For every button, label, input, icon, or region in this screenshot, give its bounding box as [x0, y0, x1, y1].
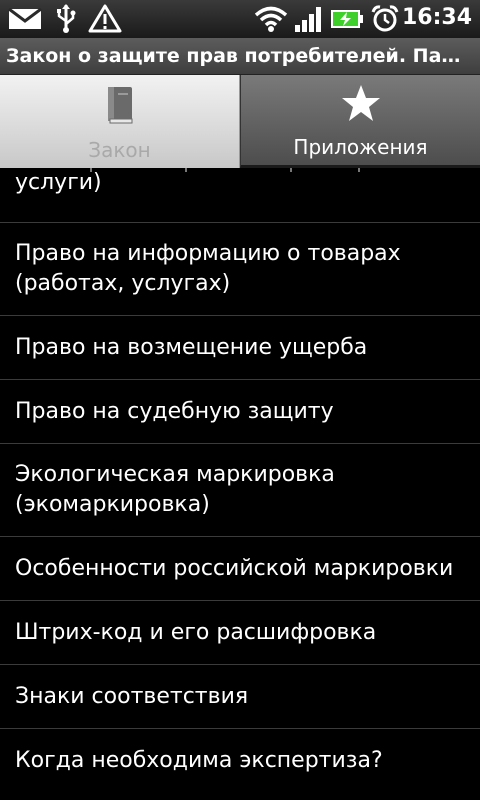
book-icon: [107, 87, 132, 124]
signal-icon: [295, 7, 321, 32]
list-item[interactable]: Когда необходима экспертиза?: [0, 729, 480, 793]
tab-applications-label: Приложения: [293, 135, 428, 159]
warning-icon: [88, 4, 122, 33]
tab-applications[interactable]: Приложения: [240, 75, 480, 168]
app-title: Закон о защите прав потребителей. Памятк…: [6, 45, 474, 67]
tab-law[interactable]: Закон: [0, 75, 240, 168]
list-item[interactable]: услуги): [0, 168, 480, 223]
list-item[interactable]: Право на информацию о товарах (работах, …: [0, 223, 480, 316]
list-item[interactable]: Право на судебную защиту: [0, 380, 480, 444]
status-bar: 16:34: [0, 0, 480, 38]
usb-icon: [57, 4, 76, 33]
title-bar: Закон о защите прав потребителей. Памятк…: [0, 38, 480, 75]
article-list[interactable]: услуги) Право на информацию о товарах (р…: [0, 168, 480, 800]
list-item[interactable]: Особенности российской маркировки: [0, 537, 480, 601]
clock: 16:34: [401, 5, 472, 30]
list-item[interactable]: Штрих-код и его расшифровка: [0, 601, 480, 665]
tab-bar: Закон Приложения: [0, 75, 480, 168]
list-item[interactable]: Знаки соответствия: [0, 665, 480, 729]
alarm-icon: [371, 5, 399, 32]
star-icon: [341, 85, 380, 121]
list-item[interactable]: Экологическая маркировка (экомаркировка): [0, 444, 480, 537]
tab-law-label: Закон: [88, 138, 151, 162]
wifi-icon: [254, 6, 288, 32]
battery-charging-icon: [331, 10, 363, 28]
mail-icon: [8, 8, 42, 29]
list-item[interactable]: Право на возмещение ущерба: [0, 316, 480, 380]
